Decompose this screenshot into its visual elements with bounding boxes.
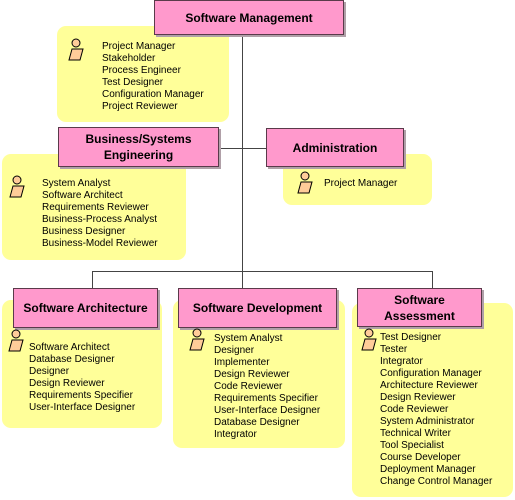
role-item: Business Designer — [42, 226, 126, 237]
role-item: Project Manager — [324, 178, 398, 189]
role-item: Configuration Manager — [102, 89, 204, 100]
node-software-management[interactable]: Software Management — [154, 0, 344, 35]
roles-list-admin: Project Manager — [324, 178, 397, 190]
node-title: Software Development — [192, 301, 323, 315]
role-item: Database Designer — [214, 417, 300, 428]
node-title: Software Management — [185, 10, 313, 25]
node-software-architecture[interactable]: Software Architecture — [13, 288, 158, 328]
role-item: Integrator — [380, 356, 423, 367]
role-item: Software Architect — [42, 190, 123, 201]
node-title: Business/Systems — [85, 132, 192, 146]
node-title: Software — [394, 292, 445, 307]
role-item: Design Reviewer — [380, 392, 456, 403]
role-item: Requirements Specifier — [214, 393, 318, 404]
roles-list-development: System Analyst Designer Implementer Design … — [214, 333, 320, 441]
role-item: Database Designer — [29, 354, 115, 365]
role-item: Stakeholder — [102, 53, 156, 64]
node-title: Assessment — [384, 308, 455, 323]
role-item: Designer — [214, 345, 255, 356]
connector-assessment — [432, 271, 433, 288]
node-title: Engineering — [103, 148, 174, 162]
role-item: Project Manager — [102, 41, 176, 52]
connector-business — [219, 148, 266, 149]
node-software-assessment[interactable]: Software Assessment — [357, 288, 482, 327]
role-item: Requirements Reviewer — [42, 202, 149, 213]
actor-icon — [68, 38, 84, 61]
role-item: Technical Writer — [380, 428, 451, 439]
role-item: Process Engineer — [102, 65, 181, 76]
connector-architecture — [92, 271, 93, 288]
role-item: Designer — [29, 366, 70, 377]
role-item: Tester — [380, 344, 408, 355]
roles-list-architecture: Software Architect Database Designer Desig… — [29, 342, 135, 414]
role-item: Software Architect — [29, 342, 110, 353]
role-item: Test Designer — [380, 332, 442, 343]
role-item: Project Reviewer — [102, 101, 178, 112]
role-item: Design Reviewer — [214, 369, 290, 380]
role-item: User-Interface Designer — [29, 402, 136, 413]
node-administration[interactable]: Administration — [266, 128, 404, 167]
roles-list-management: Project Manager Stakeholder Process Engine… — [102, 41, 204, 113]
connector-development — [242, 271, 243, 288]
role-item: Configuration Manager — [380, 368, 482, 379]
node-title: Administration — [292, 140, 378, 155]
connector-bottom-bar — [92, 271, 432, 272]
role-item: System Administrator — [380, 416, 475, 427]
actor-icon — [297, 171, 313, 194]
role-item: Test Designer — [102, 77, 164, 88]
role-item: User-Interface Designer — [214, 405, 321, 416]
role-item: Requirements Specifier — [29, 390, 133, 401]
node-software-development[interactable]: Software Development — [178, 288, 337, 328]
role-item: Integrator — [214, 429, 257, 440]
role-item: Course Developer — [380, 452, 461, 463]
role-item: Change Control Manager — [380, 476, 493, 487]
role-item: Code Reviewer — [214, 381, 283, 392]
role-item: Design Reviewer — [29, 378, 105, 389]
role-item: System Analyst — [214, 333, 283, 344]
role-item: Implementer — [214, 357, 270, 368]
actor-icon — [9, 175, 25, 198]
role-item: System Analyst — [42, 178, 111, 189]
actor-icon — [8, 329, 24, 352]
role-item: Code Reviewer — [380, 404, 449, 415]
node-business-systems-engineering[interactable]: Business/Systems Engineering — [58, 127, 219, 167]
node-title: Software Architecture — [23, 301, 148, 315]
connector-trunk — [242, 34, 243, 272]
role-item: Deployment Manager — [380, 464, 476, 475]
role-item: Business-Process Analyst — [42, 214, 158, 225]
actor-icon — [189, 328, 205, 351]
role-item: Architecture Reviewer — [380, 380, 478, 391]
roles-list-business: System Analyst Software Architect Requirem… — [42, 178, 158, 250]
role-item: Tool Specialist — [380, 440, 444, 451]
role-item: Business-Model Reviewer — [42, 238, 158, 249]
roles-list-assessment: Test Designer Tester Integrator Configurati… — [380, 332, 492, 488]
actor-icon — [361, 328, 377, 351]
